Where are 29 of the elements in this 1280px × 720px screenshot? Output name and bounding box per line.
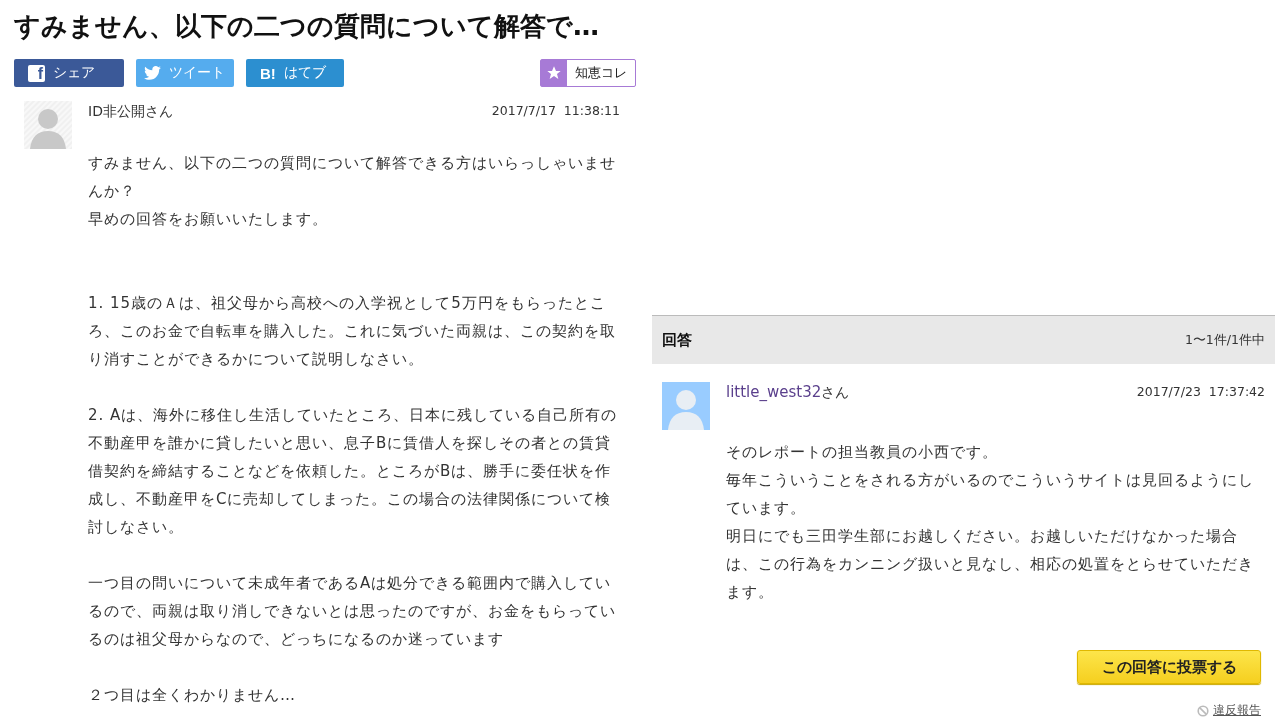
collect-button[interactable]: 知恵コレ (540, 59, 636, 87)
question-paragraph: ２つ目は全くわかりません… (88, 685, 297, 706)
user-link[interactable]: little_west32 (726, 383, 822, 401)
prohibited-icon (1197, 704, 1209, 717)
question-paragraph: 早めの回答をお願いいたします。 (88, 209, 329, 230)
question-paragraph: すみません、以下の二つの質問について解答できる方はいらっしゃいませんか？ (88, 153, 617, 202)
answer-paragraph: 明日にでも三田学生部にお越しください。お越しいただけなかった場合は、この行為をカンニング扱いと見なし、相応の処置をとらせていただきます。 (726, 526, 1254, 603)
share-button[interactable]: B! はてブ (246, 59, 344, 87)
answer-paragraph: 毎年こういうことをされる方がいるのでこういうサイトは見回るようにしています。 (726, 470, 1254, 519)
user-name: little_west32 さん (726, 382, 850, 403)
answer-count: 1〜1件/1件中 (1184, 331, 1265, 349)
answer-date: 2017/7/23 17:37:42 (1136, 383, 1265, 401)
question-paragraph: 一つ目の問いについて未成年者であるAは処分できる範囲内で購入しているので、両親は取り消しできないとは思ったのですが、お金をもらっているのは祖父母からなので、どっちになるのか迷っています (88, 573, 617, 650)
answers-title: 回答 (662, 330, 692, 350)
question-paragraph: 1. 15歳のＡは、祖父母から高校への入学祝として5万円をもらったところ、このお金で自転車を購入した。これに気づいた両親は、この契約を取り消すことができるかについて説明しなさい。 (88, 293, 617, 370)
user-name: ID非公開さん (88, 102, 173, 121)
report-link[interactable]: 違反報告 (1213, 702, 1261, 719)
avatar-icon (24, 101, 72, 149)
post-date: 2017/7/17 11:38:11 (491, 102, 620, 120)
question-title: すみません、以下の二つの質問について解答で… (14, 10, 600, 43)
star-icon (546, 65, 562, 81)
b-logo-icon: B! (260, 64, 276, 82)
answer-paragraph: そのレポートの担当教員の小西です。 (726, 442, 999, 463)
share-button[interactable]: f シェア (14, 59, 124, 87)
f-logo-icon: f (28, 64, 45, 82)
question-paragraph: 2. Aは、海外に移住し生活していたところ、日本に残している自己所有の不動産甲を誰かに貸したいと思い、息子Bに賃借人を探しその者との賃貸借契約を締結することなどを依頼した。ところがBは、勝手に委任状を作成し、不動産甲をCに売却してしまった。この場合の法律関係について検討しなさい。 (88, 405, 619, 538)
avatar-icon (662, 382, 710, 430)
bird-icon (144, 66, 161, 80)
vote-button[interactable]: この回答に投票する (1077, 650, 1261, 684)
